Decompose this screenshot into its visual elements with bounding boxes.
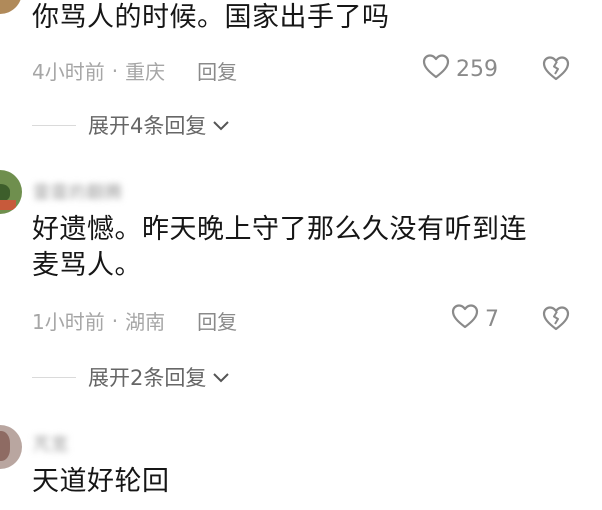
comment-location: 重庆 [125, 60, 166, 84]
chevron-down-icon [212, 365, 230, 389]
chevron-down-icon [212, 113, 230, 137]
heart-outline-icon [422, 53, 450, 85]
comment-time: 4小时前 [32, 60, 105, 84]
like-count: 7 [485, 306, 499, 332]
comment-text: 你骂人的时候。国家出手了吗 [32, 2, 390, 33]
dislike-button[interactable] [542, 305, 570, 335]
divider-line [32, 376, 76, 378]
avatar[interactable] [0, 425, 22, 469]
avatar[interactable] [0, 170, 22, 214]
expand-replies-label: 展开2条回复 [88, 366, 207, 390]
comment-text: 好遗憾。昨天晚上守了那么久没有听到连 麦骂人。 [32, 212, 527, 284]
divider-line [32, 124, 76, 126]
expand-replies-button[interactable]: 展开4条回复 [32, 110, 230, 140]
comment-text-line: 好遗憾。昨天晚上守了那么久没有听到连 [32, 214, 527, 245]
username[interactable]: 雷霆的翻腾 [33, 178, 123, 203]
heart-outline-icon [451, 303, 479, 335]
username[interactable]: 芃宽 [33, 430, 69, 455]
separator-dot: · [111, 58, 119, 83]
broken-heart-icon [542, 56, 570, 85]
expand-replies-label: 展开4条回复 [88, 114, 207, 138]
comment-text: 天道好轮回 [32, 466, 170, 497]
comment-text-line: 麦骂人。 [32, 250, 142, 281]
comment-time: 1小时前 [32, 310, 105, 334]
comment-meta: 1小时前 · 湖南 回复 [32, 306, 237, 335]
like-button[interactable]: 259 [422, 53, 498, 85]
like-button[interactable]: 7 [451, 303, 499, 335]
dislike-button[interactable] [542, 55, 570, 85]
reply-button[interactable]: 回复 [197, 56, 237, 85]
expand-replies-button[interactable]: 展开2条回复 [32, 362, 230, 392]
reply-button[interactable]: 回复 [197, 306, 237, 335]
comment-location: 湖南 [125, 310, 166, 334]
comment-meta: 4小时前 · 重庆 回复 [32, 56, 237, 85]
like-count: 259 [456, 56, 498, 82]
separator-dot: · [111, 308, 119, 333]
avatar[interactable] [0, 0, 22, 14]
broken-heart-icon [542, 306, 570, 335]
